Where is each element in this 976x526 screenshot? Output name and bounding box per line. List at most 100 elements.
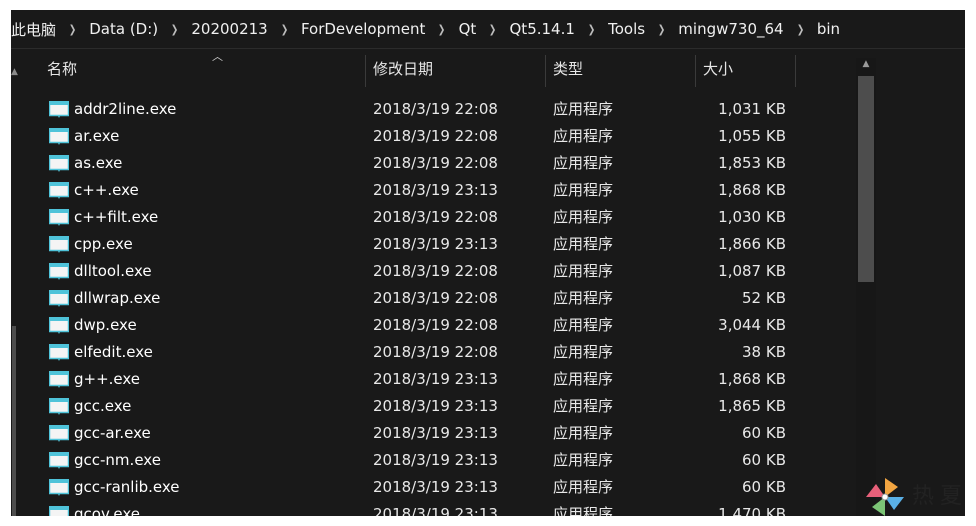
- file-size: 60 KB: [742, 478, 786, 496]
- file-size: 52 KB: [742, 289, 786, 307]
- breadcrumb-item[interactable]: Tools: [602, 20, 651, 38]
- breadcrumb-item[interactable]: 20200213: [185, 20, 273, 38]
- column-header: ︿ 名称 修改日期 类型 大小: [29, 49, 879, 89]
- chevron-right-icon[interactable]: ❯: [653, 23, 670, 36]
- file-size: 1,868 KB: [718, 370, 786, 388]
- file-size: 1,087 KB: [718, 262, 786, 280]
- file-modified: 2018/3/19 22:08: [373, 316, 498, 334]
- navigation-pane: ▲: [11, 49, 27, 516]
- file-modified: 2018/3/19 23:13: [373, 451, 498, 469]
- column-header-name[interactable]: 名称: [47, 49, 77, 89]
- file-modified: 2018/3/19 23:13: [373, 370, 498, 388]
- application-exe-icon: [48, 235, 70, 253]
- column-divider[interactable]: [545, 55, 546, 87]
- breadcrumb-item[interactable]: 此电脑: [11, 19, 62, 40]
- application-exe-icon: [48, 208, 70, 226]
- sort-ascending-icon: ︿: [212, 50, 223, 63]
- file-size: 38 KB: [742, 343, 786, 361]
- column-divider[interactable]: [365, 55, 366, 87]
- chevron-right-icon[interactable]: ❯: [64, 23, 81, 36]
- file-size: 1,031 KB: [718, 100, 786, 118]
- breadcrumb-item[interactable]: bin: [811, 20, 846, 38]
- column-header-type[interactable]: 类型: [553, 49, 583, 89]
- file-size: 3,044 KB: [718, 316, 786, 334]
- file-modified: 2018/3/19 22:08: [373, 127, 498, 145]
- breadcrumb-item[interactable]: mingw730_64: [672, 20, 789, 38]
- breadcrumb-item[interactable]: ForDevelopment: [295, 20, 431, 38]
- file-row[interactable]: cpp.exe 2018/3/19 23:13 应用程序 1,866 KB: [29, 231, 859, 258]
- file-row[interactable]: as.exe 2018/3/19 22:08 应用程序 1,853 KB: [29, 150, 859, 177]
- file-row[interactable]: c++filt.exe 2018/3/19 22:08 应用程序 1,030 KB: [29, 204, 859, 231]
- file-row[interactable]: elfedit.exe 2018/3/19 22:08 应用程序 38 KB: [29, 339, 859, 366]
- file-size: 1,030 KB: [718, 208, 786, 226]
- breadcrumb-item[interactable]: Data (D:): [83, 20, 164, 38]
- column-divider[interactable]: [795, 55, 796, 87]
- file-name: g++.exe: [74, 370, 141, 388]
- chevron-right-icon[interactable]: ❯: [166, 23, 183, 36]
- vertical-scrollbar[interactable]: ▲: [856, 58, 876, 516]
- explorer-window: 此电脑 ❯ Data (D:) ❯ 20200213 ❯ ForDevelopment ❯ Qt…: [11, 10, 965, 516]
- file-name: c++.exe: [74, 181, 139, 199]
- file-type: 应用程序: [553, 181, 614, 199]
- chevron-right-icon[interactable]: ❯: [583, 23, 600, 36]
- file-list: addr2line.exe 2018/3/19 22:08 应用程序 1,031 KB…: [29, 96, 859, 516]
- file-size: 1,470 KB: [718, 505, 786, 516]
- file-modified: 2018/3/19 23:13: [373, 505, 498, 516]
- file-row[interactable]: dllwrap.exe 2018/3/19 22:08 应用程序 52 KB: [29, 285, 859, 312]
- column-divider[interactable]: [695, 55, 696, 87]
- scrollbar-thumb[interactable]: [858, 76, 874, 282]
- breadcrumb-items: 此电脑 ❯ Data (D:) ❯ 20200213 ❯ ForDevelopment ❯ Qt…: [11, 19, 846, 40]
- nav-scrollbar-thumb[interactable]: [12, 326, 16, 516]
- application-exe-icon: [48, 100, 70, 118]
- application-exe-icon: [48, 505, 70, 516]
- chevron-right-icon[interactable]: ❯: [276, 23, 293, 36]
- breadcrumb-item[interactable]: Qt: [453, 20, 483, 38]
- file-row[interactable]: dwp.exe 2018/3/19 22:08 应用程序 3,044 KB: [29, 312, 859, 339]
- file-row[interactable]: c++.exe 2018/3/19 23:13 应用程序 1,868 KB: [29, 177, 859, 204]
- scroll-up-icon[interactable]: ▲: [860, 58, 872, 70]
- file-type: 应用程序: [553, 424, 614, 442]
- column-header-modified[interactable]: 修改日期: [373, 49, 433, 89]
- application-exe-icon: [48, 343, 70, 361]
- file-row[interactable]: gcc-ar.exe 2018/3/19 23:13 应用程序 60 KB: [29, 420, 859, 447]
- file-row[interactable]: addr2line.exe 2018/3/19 22:08 应用程序 1,031 KB: [29, 96, 859, 123]
- pinwheel-icon: [866, 478, 904, 516]
- application-exe-icon: [48, 316, 70, 334]
- file-name: dllwrap.exe: [74, 289, 161, 307]
- watermark-text: 热夏: [912, 484, 969, 509]
- breadcrumb: 此电脑 ❯ Data (D:) ❯ 20200213 ❯ ForDevelopment ❯ Qt…: [11, 10, 965, 48]
- chevron-right-icon[interactable]: ❯: [792, 23, 809, 36]
- column-header-size[interactable]: 大小: [703, 49, 733, 89]
- file-modified: 2018/3/19 22:08: [373, 343, 498, 361]
- file-row[interactable]: gcc.exe 2018/3/19 23:13 应用程序 1,865 KB: [29, 393, 859, 420]
- file-name: addr2line.exe: [74, 100, 177, 118]
- application-exe-icon: [48, 289, 70, 307]
- file-modified: 2018/3/19 22:08: [373, 262, 498, 280]
- file-modified: 2018/3/19 23:13: [373, 478, 498, 496]
- file-size: 1,865 KB: [718, 397, 786, 415]
- chevron-right-icon[interactable]: ❯: [484, 23, 501, 36]
- file-type: 应用程序: [553, 370, 614, 388]
- file-row[interactable]: gcc-nm.exe 2018/3/19 23:13 应用程序 60 KB: [29, 447, 859, 474]
- file-name: gcc-nm.exe: [74, 451, 161, 469]
- file-modified: 2018/3/19 22:08: [373, 289, 498, 307]
- file-row[interactable]: gcov.exe 2018/3/19 23:13 应用程序 1,470 KB: [29, 501, 859, 516]
- file-type: 应用程序: [553, 235, 614, 253]
- file-row[interactable]: dlltool.exe 2018/3/19 22:08 应用程序 1,087 KB: [29, 258, 859, 285]
- file-type: 应用程序: [553, 397, 614, 415]
- application-exe-icon: [48, 262, 70, 280]
- file-modified: 2018/3/19 23:13: [373, 397, 498, 415]
- application-exe-icon: [48, 451, 70, 469]
- file-row[interactable]: gcc-ranlib.exe 2018/3/19 23:13 应用程序 60 KB: [29, 474, 859, 501]
- file-row[interactable]: g++.exe 2018/3/19 23:13 应用程序 1,868 KB: [29, 366, 859, 393]
- application-exe-icon: [48, 397, 70, 415]
- nav-scroll-up-icon[interactable]: ▲: [11, 67, 21, 77]
- file-type: 应用程序: [553, 208, 614, 226]
- chevron-right-icon[interactable]: ❯: [433, 23, 450, 36]
- file-name: gcc.exe: [74, 397, 132, 415]
- file-row[interactable]: ar.exe 2018/3/19 22:08 应用程序 1,055 KB: [29, 123, 859, 150]
- file-type: 应用程序: [553, 100, 614, 118]
- breadcrumb-item[interactable]: Qt5.14.1: [504, 20, 581, 38]
- application-exe-icon: [48, 181, 70, 199]
- file-name: gcov.exe: [74, 505, 141, 516]
